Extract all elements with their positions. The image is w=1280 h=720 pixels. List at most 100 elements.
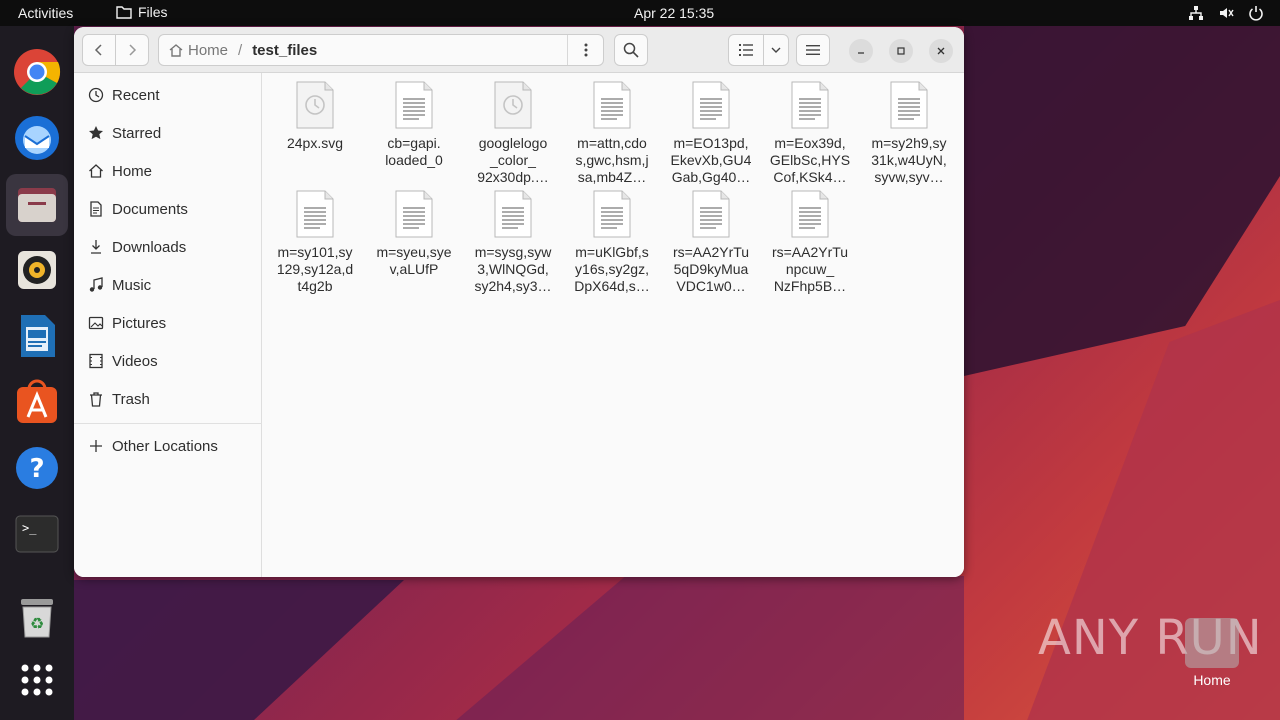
sidebar-item-label: Documents [112,200,188,218]
sidebar-item-documents[interactable]: Documents [74,190,262,228]
file-name-line: googlelogo [478,135,548,151]
file-item[interactable]: m=sy2h9,sy 31k,w4UyN, syvw,syv… [862,81,956,186]
file-name: googlelogo _color_ 92x30dp.… [466,135,560,186]
file-item[interactable]: m=Eox39d, GElbSc,HYS Cof,KSk4… [763,81,857,186]
dock: ? >_ ♻ [0,26,74,720]
sidebar-item-videos[interactable]: Videos [74,342,262,380]
sidebar-item-label: Videos [112,352,158,370]
file-name-line: NzFhp5B… [773,278,847,294]
close-button[interactable] [929,39,953,63]
file-item[interactable]: m=attn,cdo s,gwc,hsm,j sa,mb4Z… [565,81,659,186]
sidebar-item-downloads[interactable]: Downloads [74,228,262,266]
file-name: m=sysg,syw 3,WlNQGd, sy2h4,sy3… [466,244,560,295]
home-icon [89,164,103,178]
forward-button[interactable] [115,34,149,66]
chevron-down-icon [771,47,781,53]
sidebar-item-pictures[interactable]: Pictures [74,304,262,342]
pictures-icon [88,316,104,330]
search-button[interactable] [614,34,648,66]
file-item[interactable]: 24px.svg [268,81,362,152]
view-options-button[interactable] [763,34,789,66]
terminal-icon[interactable]: >_ [13,510,61,558]
chrome-icon[interactable] [13,48,61,96]
file-name-line: sy2h4,sy3… [474,278,552,294]
file-name: m=uKlGbf,s y16s,sy2gz, DpX64d,s… [565,244,659,295]
file-name: m=Eox39d, GElbSc,HYS Cof,KSk4… [763,135,857,186]
file-item[interactable]: googlelogo _color_ 92x30dp.… [466,81,560,186]
maximize-button[interactable] [889,39,913,63]
file-name-line: m=uKlGbf,s [575,244,649,260]
desktop-home-icon[interactable]: Home [1182,618,1242,688]
top-bar: Activities Files Apr 22 15:35 [0,0,1280,26]
view-mode-button[interactable] [728,34,764,66]
main-menu-button[interactable] [796,34,830,66]
file-item[interactable]: rs=AA2YrTu npcuw_ NzFhp5B… [763,190,857,295]
file-name-line: rs=AA2YrTu [672,244,750,260]
file-name: cb=gapi. loaded_0 [367,135,461,169]
file-name-line: DpX64d,s… [574,278,650,294]
sidebar-item-other-locations[interactable]: Other Locations [74,427,262,465]
sidebar-item-music[interactable]: Music [74,266,262,304]
app-center-icon[interactable] [13,378,61,426]
wallpaper-shape [456,576,964,720]
file-name: m=syeu,sye v,aLUfP [367,244,461,278]
trash-icon[interactable]: ♻ [13,594,61,642]
svg-text:>_: >_ [22,521,37,535]
writer-icon[interactable] [13,312,61,360]
power-icon [1249,6,1263,21]
file-name-line: Gab,Gg40… [671,169,751,185]
show-apps-icon[interactable] [13,656,61,704]
network-icon [1189,6,1203,20]
minimize-icon [858,52,864,54]
breadcrumb-current[interactable]: test_files [252,42,317,59]
minimize-button[interactable] [849,39,873,63]
sidebar-divider [74,423,262,424]
file-item[interactable]: m=uKlGbf,s y16s,sy2gz, DpX64d,s… [565,190,659,295]
file-name-line: 92x30dp.… [477,169,549,185]
file-name: 24px.svg [268,135,362,152]
file-name-line: 31k,w4UyN, [871,152,947,168]
text-file-icon [367,190,461,238]
file-name: rs=AA2YrTu npcuw_ NzFhp5B… [763,244,857,295]
file-name-line: m=EO13pd, [673,135,749,151]
file-item[interactable]: m=syeu,sye v,aLUfP [367,190,461,278]
text-file-icon [664,81,758,129]
clock[interactable]: Apr 22 15:35 [634,5,714,21]
file-view[interactable]: 24px.svg cb=gapi. loaded_0 googlelogo _color… [263,73,964,577]
header-bar: Home / test_files [74,27,964,73]
file-name-line: m=sy2h9,sy [871,135,947,151]
file-name-line: m=sy101,sy [277,244,353,260]
files-icon[interactable] [6,174,68,236]
text-file-icon [268,190,362,238]
system-tray[interactable] [1188,5,1264,21]
file-item[interactable]: m=EO13pd, EkevXb,GU4 Gab,Gg40… [664,81,758,186]
maximize-icon [897,47,905,55]
file-name-line: Cof,KSk4… [773,169,847,185]
file-item[interactable]: m=sy101,sy 129,sy12a,d t4g2b [268,190,362,295]
file-name-line: sa,mb4Z… [577,169,647,185]
file-name-line: GElbSc,HYS [769,152,851,168]
file-name-line: loaded_0 [385,152,443,168]
sidebar-item-recent[interactable]: Recent [74,76,262,114]
back-button[interactable] [82,34,116,66]
sidebar-item-home[interactable]: Home [74,152,262,190]
image-file-icon [268,81,362,129]
home-icon [169,44,183,57]
location-bar[interactable]: Home / test_files [158,34,604,66]
help-icon[interactable]: ? [13,444,61,492]
plus-icon [90,440,102,452]
kebab-menu-icon [584,43,587,57]
sidebar-item-trash[interactable]: Trash [74,380,262,418]
breadcrumb-home[interactable]: Home [169,42,228,59]
rhythmbox-icon[interactable] [13,246,61,294]
sidebar-item-starred[interactable]: Starred [74,114,262,152]
file-name-line: m=Eox39d, [774,135,846,151]
file-item[interactable]: m=sysg,syw 3,WlNQGd, sy2h4,sy3… [466,190,560,295]
path-menu-button[interactable] [567,35,603,65]
thunderbird-icon[interactable] [13,114,61,162]
close-icon [937,47,945,55]
file-item[interactable]: cb=gapi. loaded_0 [367,81,461,169]
app-menu[interactable]: Files [116,4,168,20]
file-item[interactable]: rs=AA2YrTu 5qD9kyMua VDC1w0… [664,190,758,295]
activities-button[interactable]: Activities [18,5,73,21]
